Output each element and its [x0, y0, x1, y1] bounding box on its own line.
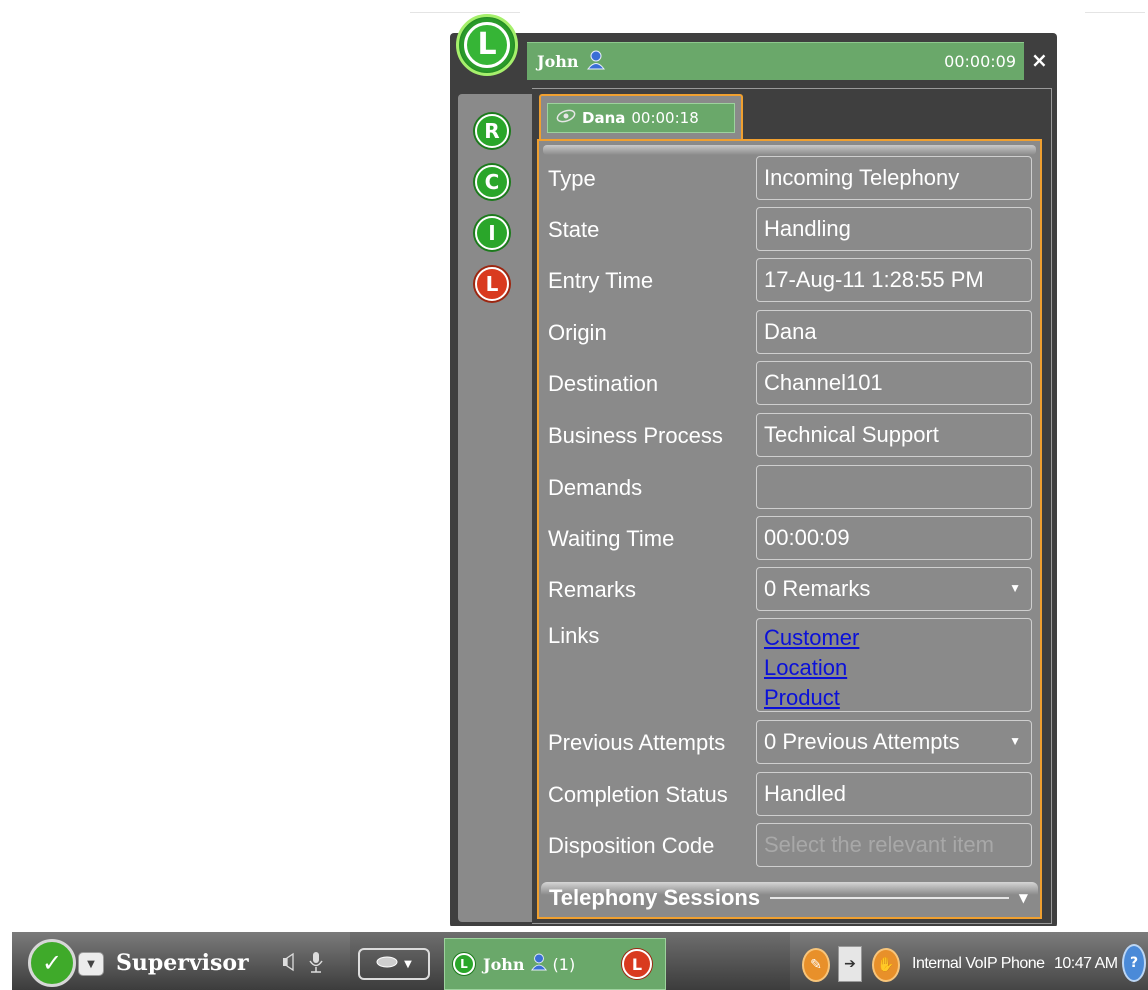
agent-status-label: Supervisor	[116, 950, 249, 976]
customer-link[interactable]: Customer	[764, 623, 1031, 653]
links-box: Customer Location Product	[756, 618, 1032, 712]
disposition-code-select[interactable]: Select the relevant item	[756, 823, 1032, 867]
status-badge-column: R C I L	[458, 94, 532, 922]
waiting-time-label: Waiting Time	[548, 526, 675, 551]
c-badge-icon[interactable]: C	[475, 165, 509, 199]
media-menu-button[interactable]: ▼	[358, 948, 430, 980]
details-header-bar	[543, 145, 1036, 155]
location-link[interactable]: Location	[764, 653, 1031, 683]
help-icon[interactable]: ?	[1122, 944, 1146, 982]
document-icon[interactable]: ➔	[838, 946, 862, 982]
person-icon	[586, 50, 605, 74]
r-badge-icon[interactable]: R	[475, 114, 509, 148]
chevron-down-icon: ▼	[404, 958, 412, 970]
phone-icon	[376, 955, 398, 973]
status-check-icon[interactable]: ✓	[28, 939, 76, 987]
telephony-sessions-section[interactable]: Telephony Sessions ▼	[541, 882, 1038, 914]
i-badge-icon[interactable]: I	[475, 216, 509, 250]
remarks-value: 0 Remarks	[764, 576, 871, 601]
close-icon[interactable]: ×	[1031, 48, 1048, 72]
hand-icon[interactable]: ✋	[872, 948, 900, 982]
l-badge-icon[interactable]: L	[475, 267, 509, 301]
remarks-dropdown[interactable]: 0 Remarks ▼	[756, 567, 1032, 611]
previous-attempts-dropdown[interactable]: 0 Previous Attempts ▼	[756, 720, 1032, 764]
product-link[interactable]: Product	[764, 683, 1031, 713]
eye-icon	[556, 109, 576, 127]
microphone-icon[interactable]	[308, 950, 324, 979]
previous-attempts-label: Previous Attempts	[548, 730, 726, 755]
business-process-field: Technical Support	[756, 413, 1032, 457]
remarks-label: Remarks	[548, 577, 637, 602]
clock: 10:47 AM	[1054, 955, 1118, 972]
completion-status-label: Completion Status	[548, 782, 728, 807]
phone-type-label: Internal VoIP Phone	[912, 955, 1045, 972]
top-divider	[410, 12, 520, 13]
tab-interaction-inner[interactable]: Dana 00:00:18	[547, 103, 735, 133]
person-icon	[530, 953, 547, 975]
demands-field[interactable]	[756, 465, 1032, 509]
telephony-sessions-label: Telephony Sessions	[549, 885, 761, 910]
entry-time-field: 17-Aug-11 1:28:55 PM	[756, 258, 1032, 302]
destination-label: Destination	[548, 371, 659, 396]
destination-field: Channel101	[756, 361, 1032, 405]
waiting-time-field: 00:00:09	[756, 516, 1032, 560]
links-label: Links	[548, 623, 600, 648]
state-label: State	[548, 217, 600, 242]
agent-status-letter: L	[464, 22, 510, 68]
chevron-down-icon[interactable]: ▼	[1009, 734, 1021, 748]
demands-label: Demands	[548, 475, 643, 500]
status-dropdown-button[interactable]: ▼	[78, 952, 104, 976]
agent-status-icon[interactable]: L	[456, 14, 518, 76]
chevron-down-icon[interactable]: ▼	[1019, 891, 1028, 905]
disposition-code-label: Disposition Code	[548, 833, 715, 858]
active-call-name: John	[483, 954, 525, 974]
type-field: Incoming Telephony	[756, 156, 1032, 200]
entry-time-label: Entry Time	[548, 268, 654, 293]
speaker-icon[interactable]	[282, 952, 298, 977]
active-call-count: (1)	[552, 954, 576, 974]
call-timer: 00:00:09	[944, 52, 1016, 71]
l-badge-icon[interactable]: L	[622, 949, 652, 979]
previous-attempts-value: 0 Previous Attempts	[764, 729, 960, 754]
business-process-label: Business Process	[548, 423, 723, 448]
call-header[interactable]: John 00:00:09	[527, 42, 1024, 80]
chevron-down-icon[interactable]: ▼	[1009, 581, 1021, 595]
origin-label: Origin	[548, 320, 607, 345]
tab-interaction[interactable]: Dana 00:00:18	[539, 94, 743, 140]
completion-status-field: Handled	[756, 772, 1032, 816]
l-badge-icon: L	[453, 953, 475, 975]
tab-interaction-name: Dana	[582, 109, 626, 127]
section-divider	[770, 897, 1009, 899]
top-divider-right	[1085, 12, 1145, 13]
type-label: Type	[548, 166, 596, 191]
agent-orange-icon[interactable]: ✎	[802, 948, 830, 982]
tab-interaction-timer: 00:00:18	[631, 109, 699, 127]
call-contact-name: John	[537, 52, 579, 71]
origin-field: Dana	[756, 310, 1032, 354]
state-field: Handling	[756, 207, 1032, 251]
